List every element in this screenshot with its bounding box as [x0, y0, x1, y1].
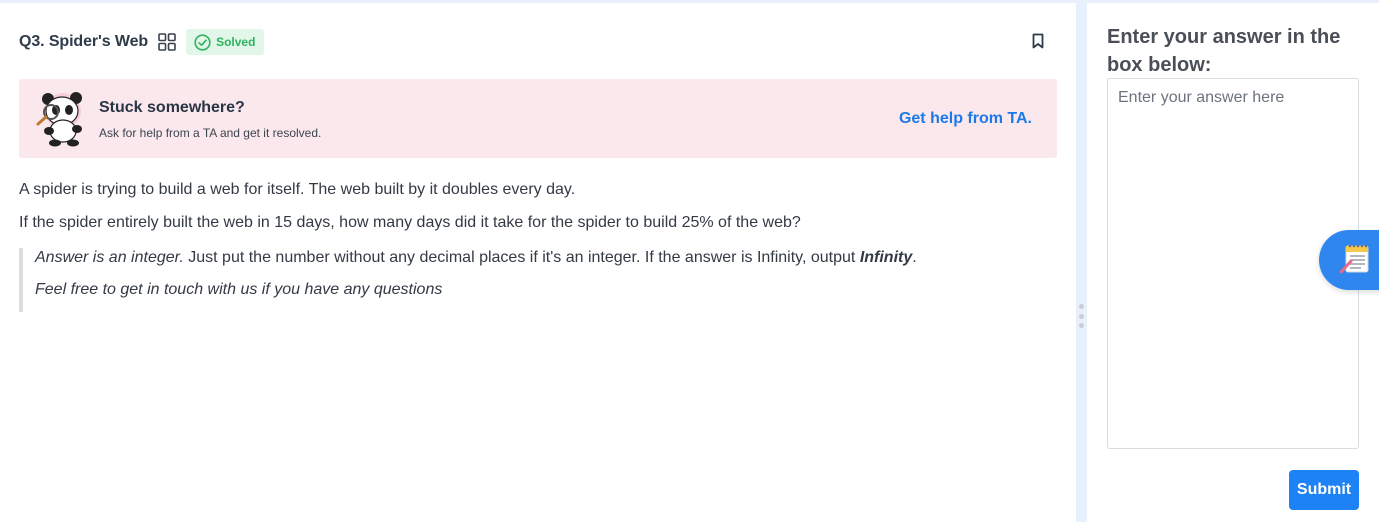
- question-title: Q3. Spider's Web: [19, 33, 149, 50]
- notes-button[interactable]: [1319, 230, 1379, 290]
- submit-button[interactable]: Submit: [1289, 470, 1359, 510]
- question-body: A spider is trying to build a web for it…: [19, 180, 1059, 246]
- note-lead: Answer is an integer.: [35, 249, 184, 266]
- note-line-1: Answer is an integer. Just put the numbe…: [35, 248, 919, 280]
- help-banner: Stuck somewhere? Ask for help from a TA …: [19, 79, 1057, 158]
- note-line-2: Feel free to get in touch with us if you…: [35, 281, 443, 298]
- panda-mascot: [33, 89, 89, 147]
- solved-badge: Solved: [186, 29, 265, 55]
- question-header: Q3. Spider's Web Solved: [19, 27, 265, 57]
- question-line-1: A spider is trying to build a web for it…: [19, 181, 576, 198]
- help-subtitle: Ask for help from a TA and get it resolv…: [99, 126, 322, 140]
- grid-icon[interactable]: [158, 33, 176, 51]
- solved-label: Solved: [216, 35, 256, 49]
- note-text: Just put the number without any decimal …: [183, 249, 860, 266]
- question-line-2: If the spider entirely built the web in …: [19, 214, 801, 231]
- pane-splitter[interactable]: [1076, 3, 1087, 522]
- help-title: Stuck somewhere?: [99, 99, 245, 116]
- check-circle-icon: [194, 33, 211, 51]
- note-infinity: Infinity: [859, 249, 913, 266]
- problem-pane: Q3. Spider's Web Solved Stuck somewhere?…: [0, 3, 1076, 522]
- get-help-link[interactable]: Get help from TA.: [899, 110, 1032, 128]
- answer-prompt: Enter your answer in the box below:: [1107, 26, 1341, 76]
- note-end: .: [912, 249, 917, 266]
- answer-format-note: Answer is an integer. Just put the numbe…: [19, 248, 919, 312]
- bookmark-icon[interactable]: [1031, 33, 1045, 49]
- notepad-icon: [1339, 242, 1371, 276]
- drag-handle-icon[interactable]: [1079, 304, 1084, 328]
